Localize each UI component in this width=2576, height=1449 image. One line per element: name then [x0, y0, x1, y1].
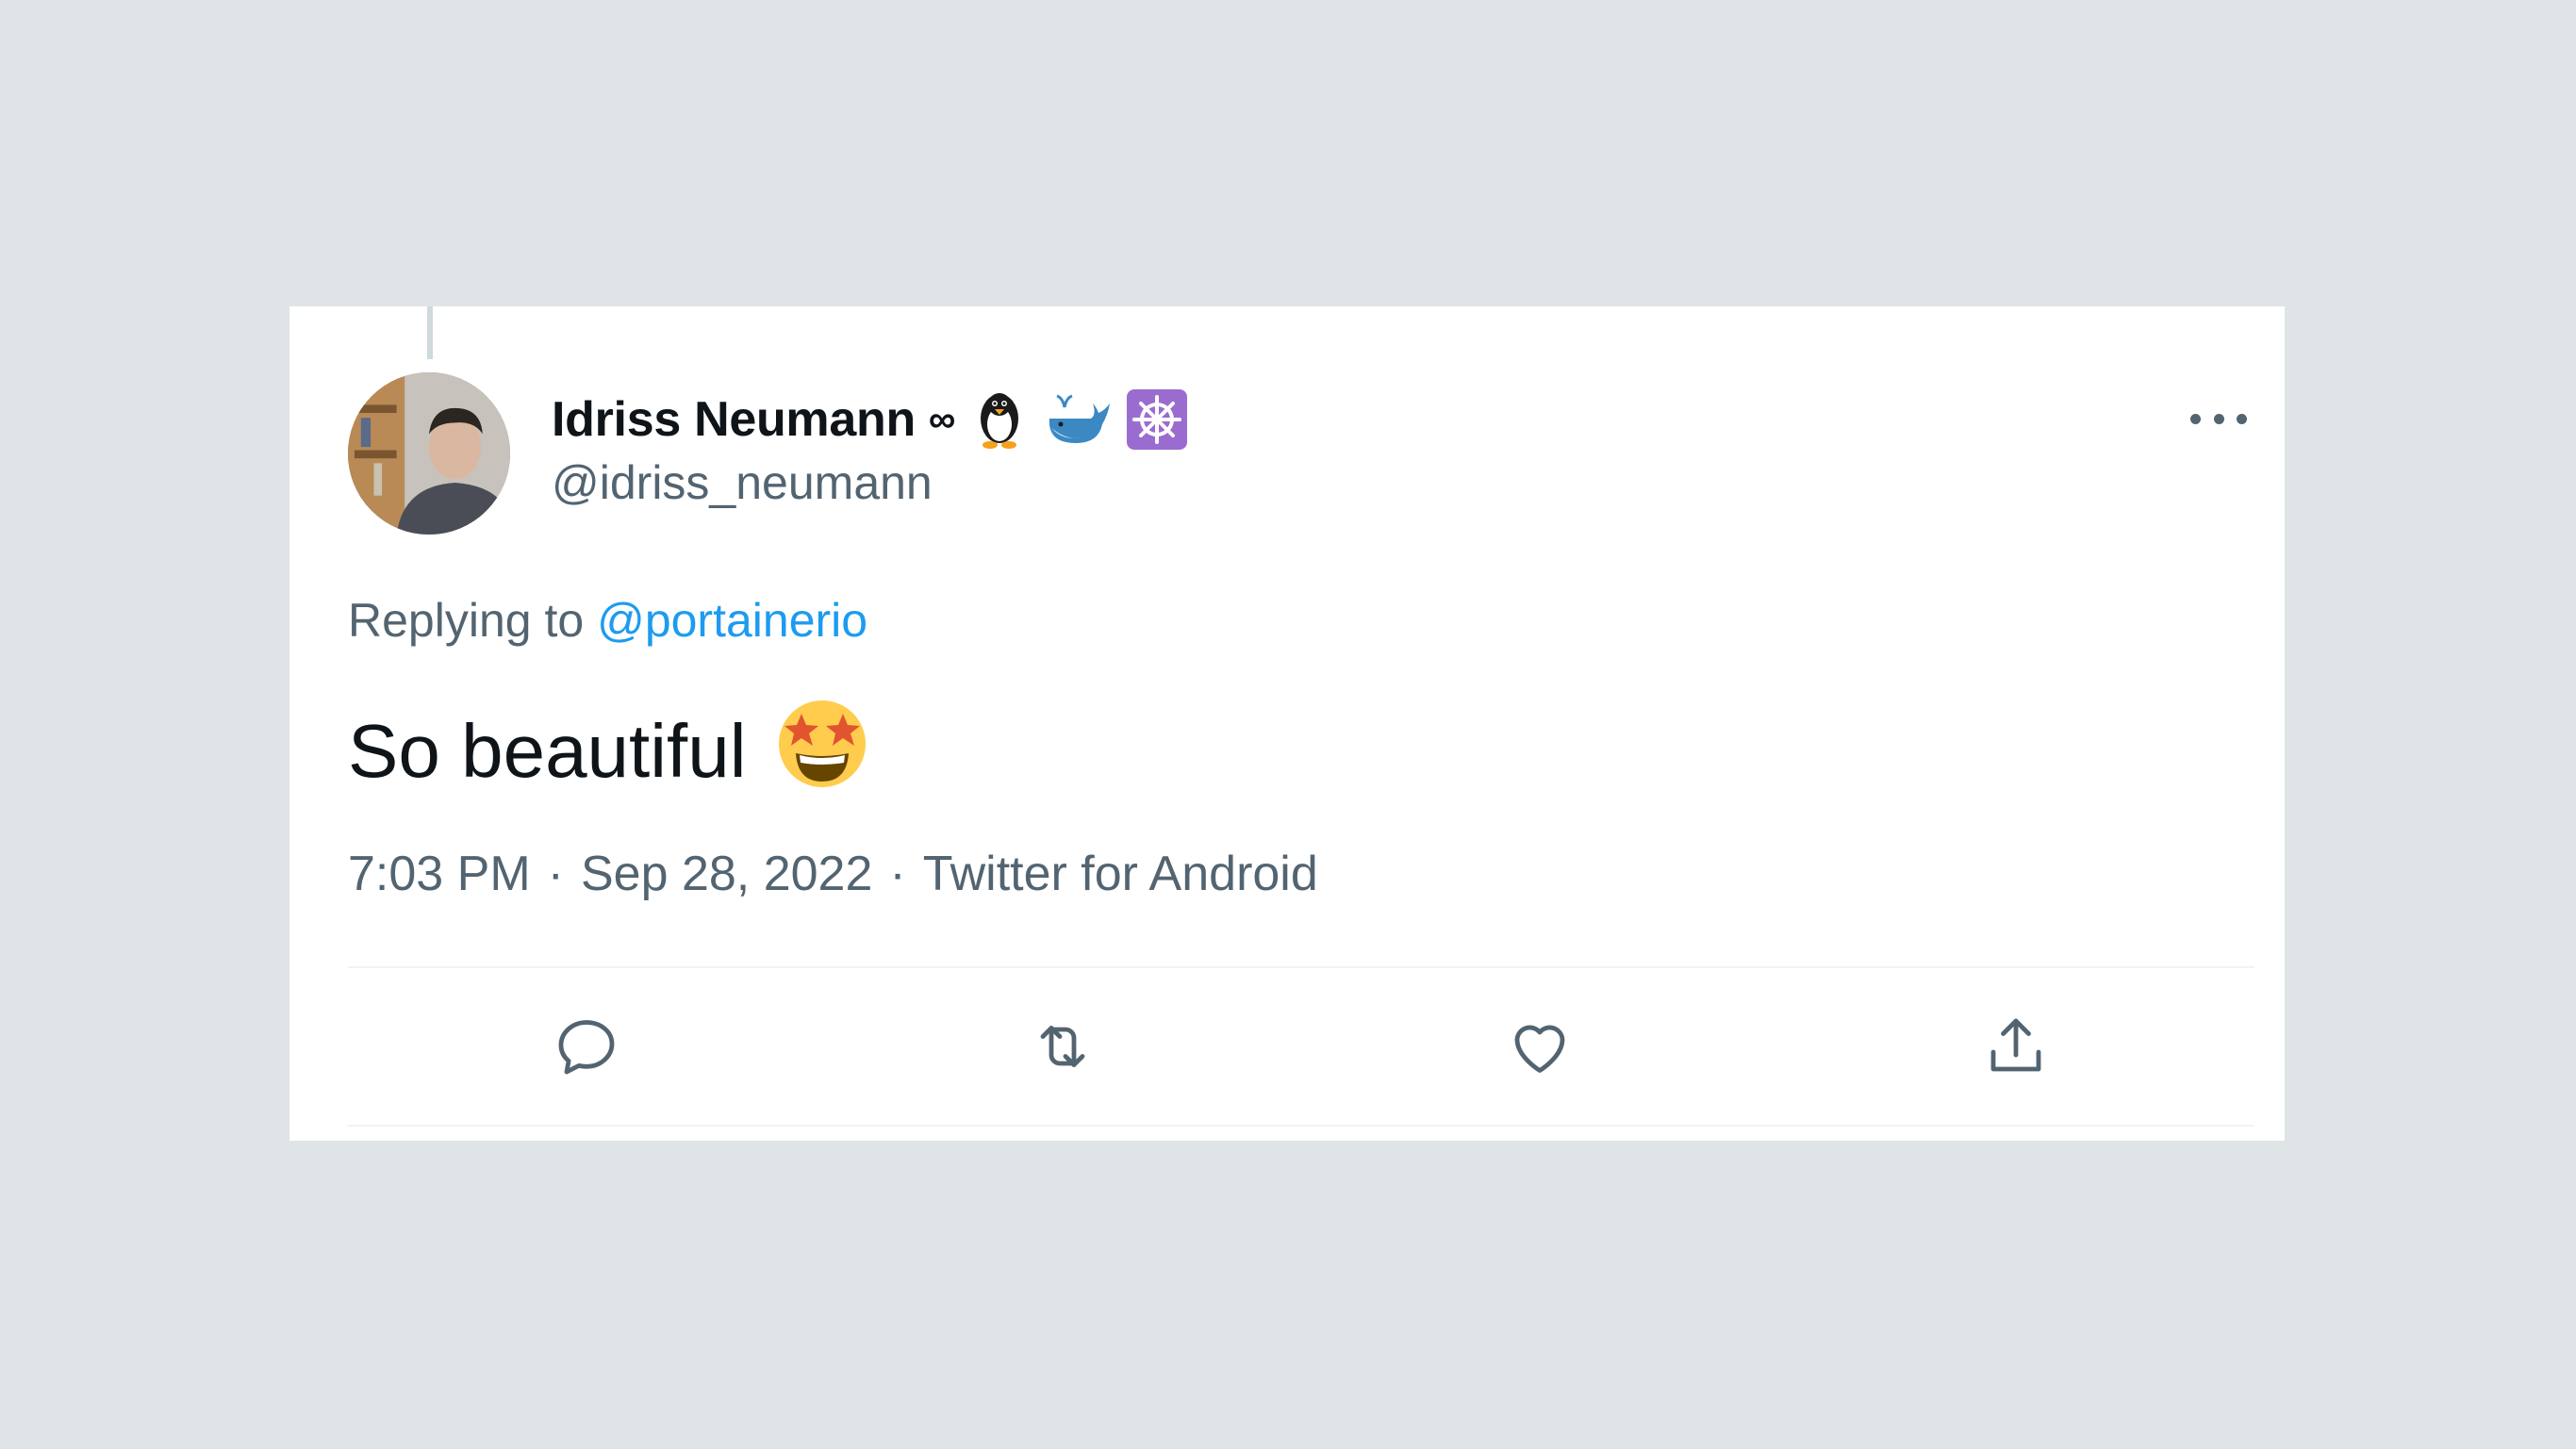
- share-icon: [1990, 1018, 2041, 1072]
- tweet-text: So beautiful: [348, 708, 747, 793]
- more-dot: [2190, 413, 2201, 424]
- reply-mention-link[interactable]: @portainerio: [597, 594, 867, 647]
- more-dot: [2213, 413, 2224, 424]
- whale-emoji-icon: [1044, 390, 1112, 449]
- meta-separator: ·: [889, 847, 906, 901]
- reply-button[interactable]: [551, 1011, 622, 1082]
- author-display-name[interactable]: Idriss Neumann: [552, 391, 916, 448]
- more-options-icon[interactable]: [2190, 404, 2247, 433]
- replying-to-line: Replying to @portainerio: [348, 593, 867, 648]
- tweet-source[interactable]: Twitter for Android: [923, 846, 1318, 902]
- thread-connector-line: [427, 306, 433, 359]
- penguin-emoji-icon: [970, 388, 1029, 451]
- author-name-row: Idriss Neumann ∞: [552, 382, 1188, 457]
- avatar[interactable]: [348, 372, 510, 535]
- infinity-symbol: ∞: [928, 398, 956, 440]
- like-icon: [1514, 1025, 1565, 1073]
- retweet-icon: [1040, 1026, 1085, 1067]
- tweet-body: So beautiful: [348, 693, 871, 809]
- meta-separator: ·: [547, 847, 564, 901]
- tweet-metadata: 7:03 PM · Sep 28, 2022 · Twitter for And…: [348, 846, 1318, 902]
- replying-to-label: Replying to: [348, 594, 585, 647]
- tweet-date[interactable]: Sep 28, 2022: [581, 846, 872, 902]
- avatar-photo-icon: [348, 372, 510, 535]
- reply-icon: [558, 1020, 615, 1075]
- more-dot: [2237, 413, 2247, 424]
- helm-wheel-emoji-icon: [1127, 389, 1188, 450]
- retweet-button[interactable]: [1027, 1011, 1098, 1082]
- tweet-time[interactable]: 7:03 PM: [348, 846, 531, 902]
- like-button[interactable]: [1504, 1011, 1576, 1082]
- tweet-card: Idriss Neumann ∞ @idriss_neumann Replyin…: [289, 306, 2285, 1141]
- action-bar: [348, 968, 2254, 1125]
- star-struck-emoji-icon: [773, 693, 871, 809]
- author-handle[interactable]: @idriss_neumann: [552, 455, 933, 510]
- divider: [348, 1125, 2254, 1127]
- share-button[interactable]: [1980, 1011, 2052, 1082]
